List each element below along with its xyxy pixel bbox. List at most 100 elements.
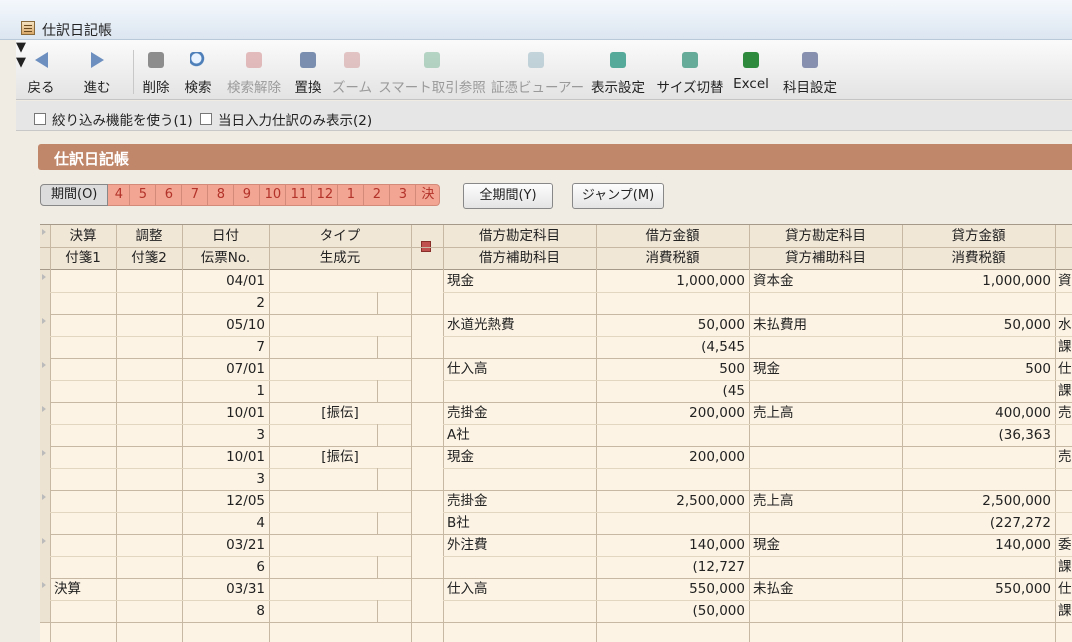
month-button[interactable]: 10: [260, 184, 287, 206]
credit-amount-cell[interactable]: 550,000: [906, 578, 1051, 600]
kessan-cell[interactable]: [54, 490, 112, 512]
debit-account-cell[interactable]: 現金: [447, 446, 592, 468]
column-subheader[interactable]: 消費税額: [596, 247, 749, 269]
debit-account-cell[interactable]: 水道光熱費: [447, 314, 592, 336]
month-button[interactable]: 7: [182, 184, 209, 206]
month-button[interactable]: 11: [286, 184, 313, 206]
voucher-no-cell[interactable]: 1: [186, 380, 265, 402]
credit-amount-cell[interactable]: 2,500,000: [906, 490, 1051, 512]
voucher-no-cell[interactable]: 8: [186, 600, 265, 622]
type-cell[interactable]: [273, 358, 407, 380]
extra-cell[interactable]: 資: [1058, 270, 1072, 292]
credit-amount-cell[interactable]: 50,000: [906, 314, 1051, 336]
type-cell[interactable]: [振伝]: [273, 446, 407, 468]
credit-subaccount-cell[interactable]: [753, 292, 898, 314]
clear-search-button[interactable]: 検索解除: [222, 40, 286, 100]
extra-cell[interactable]: [1058, 292, 1072, 314]
voucher-no-cell[interactable]: 2: [186, 292, 265, 314]
debit-subaccount-cell[interactable]: [447, 292, 592, 314]
credit-account-cell[interactable]: 資本金: [753, 270, 898, 292]
account-settings-button[interactable]: 科目設定: [776, 40, 844, 100]
month-button[interactable]: 5: [130, 184, 157, 206]
debit-amount-cell[interactable]: 2,500,000: [600, 490, 745, 512]
row-selector[interactable]: [40, 534, 50, 578]
voucher-no-cell[interactable]: 6: [186, 556, 265, 578]
date-cell[interactable]: 12/05: [186, 490, 265, 512]
credit-account-cell[interactable]: 売上高: [753, 402, 898, 424]
column-header[interactable]: 調整: [116, 225, 182, 247]
debit-subaccount-cell[interactable]: [447, 556, 592, 578]
debit-tax-cell[interactable]: (4,545: [600, 336, 745, 358]
debit-account-cell[interactable]: 仕入高: [447, 578, 592, 600]
kessan-cell[interactable]: 決算: [54, 578, 112, 600]
period-label[interactable]: 期間(O): [40, 184, 109, 206]
credit-account-cell[interactable]: [753, 446, 898, 468]
narrow-filter-checkbox[interactable]: 絞り込み機能を使う(1): [34, 109, 193, 129]
column-subheader[interactable]: 生成元: [269, 247, 411, 269]
forward-button[interactable]: 進む: [76, 40, 118, 100]
voucher-no-cell[interactable]: 4: [186, 512, 265, 534]
credit-tax-cell[interactable]: [906, 468, 1051, 490]
kessan-cell[interactable]: [54, 314, 112, 336]
credit-tax-cell[interactable]: [906, 336, 1051, 358]
credit-subaccount-cell[interactable]: [753, 512, 898, 534]
extra-cell[interactable]: 課: [1058, 380, 1072, 402]
row-selector[interactable]: [40, 578, 50, 622]
row-selector[interactable]: [40, 314, 50, 358]
table-row[interactable]: 04/01 2 現金 1,000,000 資本金 1,000,000 資: [40, 270, 1072, 315]
kessan-cell[interactable]: [54, 358, 112, 380]
debit-tax-cell[interactable]: [600, 292, 745, 314]
table-row[interactable]: 10/01 3 [振伝] 現金 200,000 売: [40, 446, 1072, 491]
extra-cell[interactable]: 課: [1058, 600, 1072, 622]
credit-amount-cell[interactable]: [906, 446, 1051, 468]
voucher-no-cell[interactable]: 3: [186, 468, 265, 490]
extra-cell[interactable]: 委: [1058, 534, 1072, 556]
date-cell[interactable]: 10/01: [186, 446, 265, 468]
row-selector[interactable]: [40, 402, 50, 446]
jump-button[interactable]: ジャンプ(M): [572, 183, 664, 209]
extra-cell[interactable]: 水: [1058, 314, 1072, 336]
row-selector[interactable]: [40, 358, 50, 402]
debit-amount-cell[interactable]: 50,000: [600, 314, 745, 336]
column-header[interactable]: 日付: [182, 225, 269, 247]
column-subheader[interactable]: 付箋2: [116, 247, 182, 269]
row-selector[interactable]: [40, 270, 50, 314]
month-button[interactable]: 2: [364, 184, 391, 206]
credit-tax-cell[interactable]: (227,272: [906, 512, 1051, 534]
debit-amount-cell[interactable]: 550,000: [600, 578, 745, 600]
date-cell[interactable]: 05/10: [186, 314, 265, 336]
debit-subaccount-cell[interactable]: A社: [447, 424, 592, 446]
column-header[interactable]: タイプ: [269, 225, 411, 247]
debit-subaccount-cell[interactable]: [447, 380, 592, 402]
search-button[interactable]: 検索: [178, 40, 218, 100]
type-cell[interactable]: [273, 270, 407, 292]
row-selector[interactable]: [40, 490, 50, 534]
debit-account-cell[interactable]: 売掛金: [447, 490, 592, 512]
credit-account-cell[interactable]: 未払費用: [753, 314, 898, 336]
debit-subaccount-cell[interactable]: B社: [447, 512, 592, 534]
credit-amount-cell[interactable]: 1,000,000: [906, 270, 1051, 292]
delete-button[interactable]: 削除: [137, 40, 175, 100]
credit-subaccount-cell[interactable]: [753, 600, 898, 622]
extra-cell[interactable]: 課: [1058, 336, 1072, 358]
table-row[interactable]: 05/10 7 水道光熱費 50,000 (4,545 未払費用 50,000 水課: [40, 314, 1072, 359]
column-header[interactable]: 貸方勘定科目: [749, 225, 902, 247]
debit-account-cell[interactable]: 仕入高: [447, 358, 592, 380]
month-button[interactable]: 3: [390, 184, 417, 206]
credit-subaccount-cell[interactable]: [753, 468, 898, 490]
row-selector[interactable]: [40, 446, 50, 490]
credit-tax-cell[interactable]: [906, 380, 1051, 402]
table-row[interactable]: 10/01 3 [振伝] 売掛金 A社 200,000 売上高 400,000 (36,363 売: [40, 402, 1072, 447]
debit-subaccount-cell[interactable]: [447, 600, 592, 622]
type-cell[interactable]: [273, 490, 407, 512]
replace-button[interactable]: 置換: [290, 40, 326, 100]
month-button[interactable]: 6: [156, 184, 183, 206]
column-header[interactable]: 借方金額: [596, 225, 749, 247]
date-cell[interactable]: 03/31: [186, 578, 265, 600]
zoom-button[interactable]: ズーム: [330, 40, 374, 100]
voucher-viewer-button[interactable]: 証憑ビューアー: [491, 40, 584, 100]
debit-amount-cell[interactable]: 1,000,000: [600, 270, 745, 292]
extra-cell[interactable]: 仕: [1058, 358, 1072, 380]
debit-subaccount-cell[interactable]: [447, 468, 592, 490]
column-subheader[interactable]: 借方補助科目: [443, 247, 596, 269]
